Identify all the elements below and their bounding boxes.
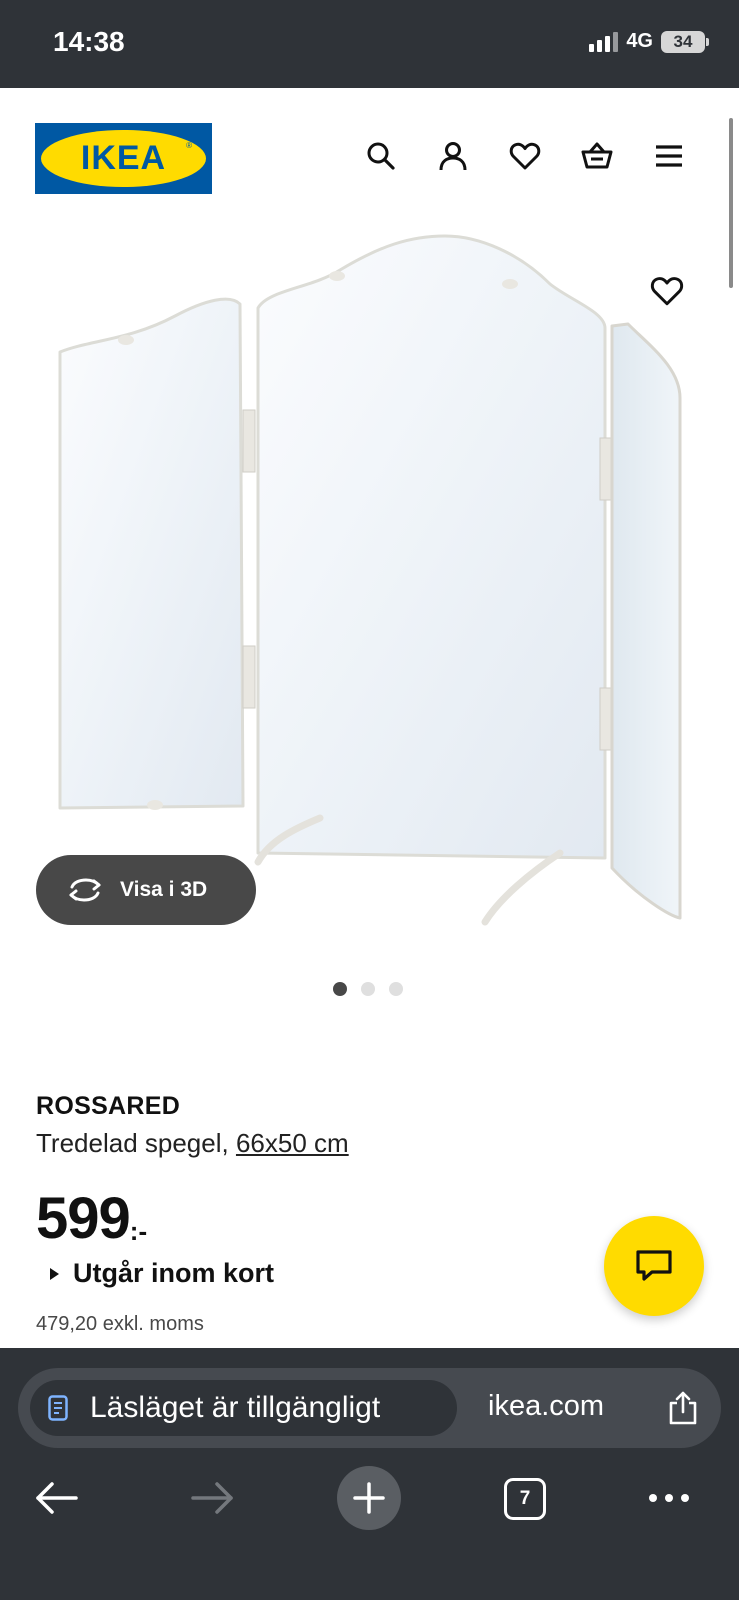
status-bar: 14:38 4G 34 <box>0 0 739 88</box>
menu-icon[interactable] <box>653 140 685 172</box>
back-arrow-icon[interactable] <box>34 1480 78 1516</box>
plus-icon <box>353 1482 385 1514</box>
cart-icon[interactable] <box>581 140 613 172</box>
search-icon[interactable] <box>365 140 397 172</box>
address-bar[interactable]: Läsläget är tillgängligt ikea.com <box>18 1368 721 1448</box>
availability-toggle[interactable]: Utgår inom kort <box>50 1258 274 1289</box>
rotate-3d-icon <box>69 878 101 902</box>
signal-icon <box>589 31 619 52</box>
price-suffix: :- <box>129 1216 148 1246</box>
product-size-link[interactable]: 66x50 cm <box>236 1128 349 1158</box>
status-time: 14:38 <box>53 26 125 57</box>
header-actions <box>365 140 685 172</box>
product-name: ROSSARED <box>36 1092 181 1120</box>
wishlist-icon[interactable] <box>509 140 541 172</box>
reader-mode-button[interactable]: Läsläget är tillgängligt <box>30 1380 457 1436</box>
tabs-button[interactable]: 7 <box>504 1478 546 1520</box>
reader-mode-icon <box>48 1395 68 1421</box>
forward-arrow-icon[interactable] <box>191 1480 235 1516</box>
more-options-icon[interactable] <box>648 1492 690 1504</box>
account-icon[interactable] <box>437 140 469 172</box>
browser-nav: 7 <box>0 1466 739 1566</box>
view-in-3d-label: Visa i 3D <box>120 878 208 901</box>
reader-mode-label: Läsläget är tillgängligt <box>90 1391 381 1424</box>
new-tab-button[interactable] <box>337 1466 401 1530</box>
chat-button[interactable] <box>604 1216 704 1316</box>
site-header: IKEA ® <box>0 88 739 218</box>
view-in-3d-button[interactable]: Visa i 3D <box>36 855 256 925</box>
add-to-wishlist-icon[interactable] <box>650 274 684 308</box>
browser-toolbar: Läsläget är tillgängligt ikea.com 7 <box>0 1348 739 1600</box>
status-indicators: 4G 34 <box>589 30 709 53</box>
gallery-dot-3[interactable] <box>389 982 403 996</box>
caret-right-icon <box>50 1267 59 1280</box>
ikea-logo[interactable]: IKEA ® <box>35 123 212 194</box>
product-description: Tredelad spegel, 66x50 cm <box>36 1128 349 1159</box>
gallery-pagination <box>333 982 403 996</box>
logo-text: IKEA <box>80 139 167 177</box>
price-excl-vat: 479,20 exkl. moms <box>36 1313 204 1335</box>
gallery-dot-2[interactable] <box>361 982 375 996</box>
gallery-dot-1[interactable] <box>333 982 347 996</box>
availability-text: Utgår inom kort <box>73 1258 275 1288</box>
battery-icon: 34 <box>661 30 709 53</box>
network-type: 4G <box>626 30 653 52</box>
product-type: Tredelad spegel, <box>36 1128 229 1158</box>
url-domain[interactable]: ikea.com <box>488 1390 604 1423</box>
share-icon[interactable] <box>666 1390 700 1426</box>
price-amount: 599 <box>36 1186 131 1251</box>
logo-registered: ® <box>186 141 192 150</box>
chat-icon <box>636 1250 672 1281</box>
product-price: 599 :- <box>36 1188 147 1250</box>
